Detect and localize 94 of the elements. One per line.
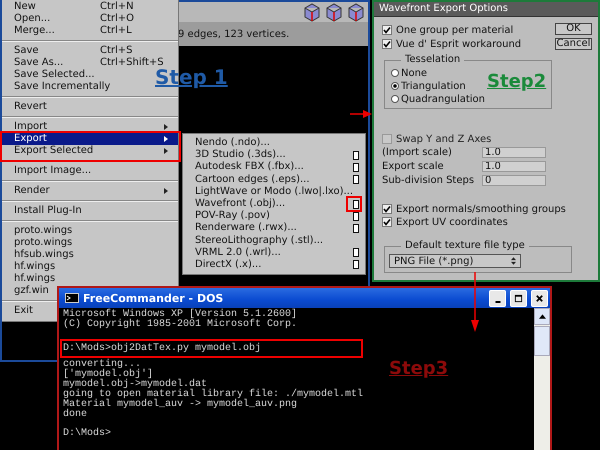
- highlight-frame: [346, 196, 362, 212]
- checkbox-option[interactable]: Export UV coordinates: [382, 216, 592, 228]
- cube-view-icon[interactable]: [302, 2, 322, 22]
- options-box-icon[interactable]: [353, 248, 359, 258]
- console-line: going to open material library file: ./mymodel.mtl: [63, 390, 364, 400]
- menu-item[interactable]: Export Selected: [2, 145, 178, 157]
- menu-item[interactable]: Import Image...: [2, 165, 102, 177]
- menu-item[interactable]: New Ctrl+N: [2, 1, 178, 13]
- updown-icon: [511, 257, 516, 265]
- menu-item[interactable]: proto.wings: [2, 225, 82, 237]
- console-line: mymodel.obj->mymodel.dat: [63, 380, 208, 390]
- menu-item[interactable]: Save Selected...: [2, 69, 105, 81]
- menu-item[interactable]: hf.wings: [2, 261, 66, 273]
- console-icon: [65, 293, 79, 303]
- checkbox-option[interactable]: Swap Y and Z Axes: [382, 133, 592, 145]
- window-title: FreeCommander - DOS: [83, 292, 224, 304]
- close-icon: [535, 294, 544, 302]
- options-box-icon[interactable]: [353, 200, 359, 209]
- dialog-button[interactable]: Cancel: [555, 38, 592, 50]
- radio-button[interactable]: [391, 95, 399, 103]
- console-line: D:\Mods>: [63, 429, 112, 439]
- cube-view-icon[interactable]: [346, 2, 366, 22]
- console-line: Microsoft Windows XP [Version 5.1.2600]: [63, 310, 298, 320]
- menu-item[interactable]: hfsub.wings: [2, 249, 84, 261]
- scrollbar[interactable]: [534, 308, 550, 450]
- menu-item[interactable]: Open... Ctrl+O: [2, 13, 178, 25]
- menu-item[interactable]: DirectX (.x)...: [183, 258, 365, 272]
- radio-button[interactable]: [391, 82, 399, 90]
- field-label: Export scale: [382, 161, 445, 172]
- menu-item[interactable]: POV-Ray (.pov): [183, 210, 365, 222]
- minimize-button[interactable]: [489, 290, 506, 306]
- dialog-button[interactable]: OK: [555, 23, 592, 35]
- maximize-icon: [514, 294, 523, 302]
- maximize-button[interactable]: [510, 290, 527, 306]
- options-box-icon[interactable]: [353, 150, 359, 160]
- menu-item[interactable]: Save Incrementally: [2, 81, 120, 93]
- options-box-icon[interactable]: [353, 260, 359, 270]
- console-line: Material mymodel_auv -> mymodel_auv.png: [63, 400, 298, 410]
- texture-type-dropdown[interactable]: PNG File (*.png): [389, 254, 521, 268]
- menu-item[interactable]: Cartoon edges (.eps)...: [183, 174, 365, 186]
- radio-option[interactable]: Triangulation: [391, 80, 466, 92]
- checkbox[interactable]: [382, 204, 392, 214]
- menu-item[interactable]: Renderware (.rwx)...: [183, 222, 365, 234]
- checkbox[interactable]: [382, 217, 392, 227]
- menu-item[interactable]: 3D Studio (.3ds)...: [183, 149, 365, 162]
- radio-option[interactable]: None: [391, 67, 428, 79]
- menu-item[interactable]: LightWave or Modo (.lwo|.lxo)...: [183, 186, 365, 198]
- step-label: Step3: [389, 358, 448, 379]
- checkbox[interactable]: [382, 25, 392, 35]
- menu-item[interactable]: Install Plug-In: [2, 205, 92, 217]
- up-arrow-icon: [538, 314, 546, 319]
- console-line: ['mymodel.obj']: [63, 370, 154, 380]
- checkbox[interactable]: [382, 134, 392, 144]
- console-line: done: [63, 410, 88, 420]
- menu-item[interactable]: Save Ctrl+S: [2, 45, 178, 57]
- checkbox[interactable]: [382, 39, 392, 49]
- scroll-up-button[interactable]: [534, 308, 550, 325]
- menu-item[interactable]: Render: [2, 185, 178, 197]
- menu-item[interactable]: proto.wings: [2, 237, 82, 249]
- menu-item[interactable]: gzf.win: [2, 285, 59, 297]
- menu-item[interactable]: Import: [2, 121, 178, 133]
- close-button[interactable]: [531, 290, 548, 306]
- dialog-title: Wavefront Export Options: [374, 2, 598, 17]
- checkbox-option[interactable]: One group per material: [382, 24, 522, 36]
- menu-item[interactable]: VRML 2.0 (.wrl)...: [183, 246, 365, 259]
- menu-item[interactable]: StereoLithography (.stl)...: [183, 234, 365, 247]
- options-box-icon[interactable]: [353, 224, 359, 233]
- minimize-icon: [494, 300, 500, 302]
- menu-item[interactable]: Autodesk FBX (.fbx)...: [183, 161, 365, 174]
- menu-item[interactable]: Revert: [2, 101, 57, 113]
- console-line: (C) Copyright 1985-2001 Microsoft Corp.: [63, 320, 298, 330]
- options-box-icon[interactable]: [353, 162, 359, 172]
- menu-item[interactable]: Export: [2, 133, 178, 145]
- field-label: Sub-division Steps: [382, 175, 476, 186]
- scroll-thumb[interactable]: [534, 326, 550, 356]
- menu-item[interactable]: Save As... Ctrl+Shift+S: [2, 57, 178, 69]
- step-label: Step2: [487, 71, 546, 92]
- menu-item[interactable]: Merge... Ctrl+L: [2, 25, 178, 37]
- menu-item[interactable]: Exit: [2, 305, 43, 317]
- menu-item[interactable]: Nendo (.ndo)...: [183, 137, 365, 150]
- options-box-icon[interactable]: [353, 175, 359, 184]
- console-line: converting...: [63, 360, 142, 370]
- checkbox-option[interactable]: Vue d' Esprit workaround: [382, 38, 522, 50]
- menu-item[interactable]: hf.wings: [2, 273, 66, 285]
- radio-option[interactable]: Quadrangulation: [391, 93, 486, 105]
- arrow: [350, 109, 372, 119]
- checkbox-option[interactable]: Export normals/smoothing groups: [382, 203, 592, 215]
- arrow: [470, 272, 480, 332]
- status-text: 9 edges, 123 vertices.: [178, 28, 290, 40]
- radio-button[interactable]: [391, 69, 399, 77]
- cube-view-icon[interactable]: [324, 2, 344, 22]
- group-title: Default texture file type: [401, 240, 529, 252]
- menu-item[interactable]: Wavefront (.obj)...: [183, 198, 365, 210]
- field-label: (Import scale): [382, 147, 453, 158]
